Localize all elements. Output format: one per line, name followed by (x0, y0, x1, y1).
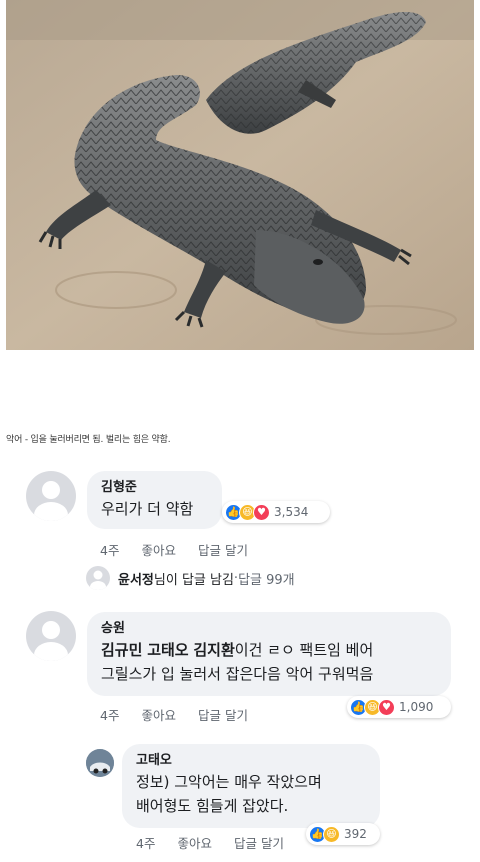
reply-button[interactable]: 답글 달기 (234, 833, 284, 852)
comment-author[interactable]: 승원 (101, 620, 437, 638)
reply-author: 윤서정 (118, 572, 154, 588)
comment-bubble: 김형준 우리가 더 약함 (87, 471, 222, 529)
tagged-user[interactable]: 김규민 (101, 641, 142, 659)
comment-text-line2: 그릴스가 입 눌러서 잡은다음 악어 구워먹음 (101, 665, 374, 683)
avatar[interactable] (86, 749, 114, 777)
reply-count: 답글 99개 (238, 572, 295, 588)
reply-summary[interactable]: 윤서정 님이 답글 남김 · 답글 99개 (86, 566, 295, 590)
like-button[interactable]: 좋아요 (141, 705, 176, 724)
user-photo-icon (86, 749, 114, 777)
reaction-summary[interactable]: 👍 😆 392 (306, 823, 380, 845)
comment-author[interactable]: 김형준 (101, 479, 208, 497)
avatar[interactable] (26, 611, 76, 661)
comment-author[interactable]: 고태오 (136, 752, 366, 770)
tagged-user[interactable]: 김지환 (193, 641, 234, 659)
love-reaction-icon: ♥ (378, 698, 395, 716)
tagged-user[interactable]: 고태오 (147, 641, 188, 659)
default-profile-icon (34, 481, 68, 521)
comment-bubble: 승원 김규민 고태오 김지환이건 ㄹㅇ 팩트임 베어 그릴스가 입 눌러서 잡은… (87, 612, 451, 696)
reply-summary-text: 님이 답글 남김 (153, 572, 234, 588)
reaction-count: 1,090 (399, 700, 434, 714)
comment-text: 김규민 고태오 김지환이건 ㄹㅇ 팩트임 베어 (101, 638, 437, 662)
comment-actions: 4주 좋아요 답글 달기 (100, 705, 248, 724)
comment-timestamp[interactable]: 4주 (100, 705, 119, 724)
comment-bubble: 고태오 정보) 그악어는 매우 작았으며 배어형도 힘들게 잡았다. (122, 744, 380, 828)
comment-timestamp[interactable]: 4주 (100, 540, 119, 559)
comment-actions: 4주 좋아요 답글 달기 (136, 833, 284, 852)
reaction-summary[interactable]: 👍 😆 ♥ 3,534 (222, 501, 330, 523)
reply-button[interactable]: 답글 달기 (198, 540, 248, 559)
default-profile-icon (34, 621, 68, 661)
alligator-photo (6, 0, 474, 350)
avatar[interactable] (26, 471, 76, 521)
reaction-count: 392 (344, 827, 367, 841)
comment-actions: 4주 좋아요 답글 달기 (100, 540, 248, 559)
haha-reaction-icon: 😆 (323, 825, 340, 843)
comment-text: 정보) 그악어는 매우 작았으며 (136, 773, 322, 791)
reaction-count: 3,534 (274, 505, 309, 519)
comment-timestamp[interactable]: 4주 (136, 833, 155, 852)
post-caption: 악어 - 입을 눌러버리면 됨. 벌리는 힘은 약함. (6, 435, 171, 445)
avatar (86, 566, 110, 590)
reply-button[interactable]: 답글 달기 (198, 705, 248, 724)
like-button[interactable]: 좋아요 (177, 833, 212, 852)
comment-text: 우리가 더 약함 (101, 500, 194, 518)
default-profile-icon (90, 570, 106, 590)
like-button[interactable]: 좋아요 (141, 540, 176, 559)
comment-text-part: 이건 ㄹㅇ 팩트임 베어 (234, 641, 374, 659)
love-reaction-icon: ♥ (253, 503, 270, 521)
comment-text-line2: 배어형도 힘들게 잡았다. (136, 797, 289, 815)
reaction-summary[interactable]: 👍 😆 ♥ 1,090 (347, 696, 451, 718)
